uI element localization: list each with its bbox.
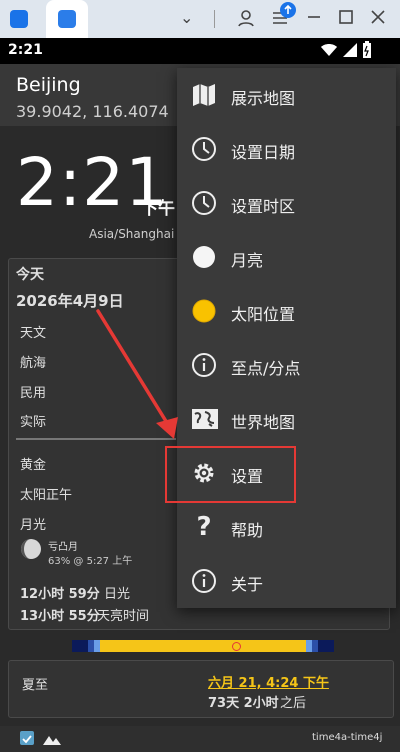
menu-item-about[interactable]: 关于 [177,554,396,608]
moon-icon [191,244,217,270]
menu-item-world-map[interactable]: 世界地图 [177,392,396,446]
clock-icon [191,136,217,162]
menu-label: 帮助 [231,521,264,540]
menu-item-moon[interactable]: 月亮 [177,230,396,284]
map-icon [191,82,217,108]
app-icon [58,10,76,28]
menu-item-sun-position[interactable]: 太阳位置 [177,284,396,338]
status-bar [0,38,400,64]
city-name: Beijing [16,74,81,96]
moon-phase-icon [20,538,42,564]
overflow-menu: 展示地图 设置日期 设置时区 月亮 太阳位置 至点/分点 世界地图 设置 ? 帮… [177,68,396,608]
day-label: 今天 [16,267,44,283]
menu-label: 太阳位置 [231,305,296,324]
timeline-now-marker [232,642,241,651]
bright-value: 13小时 55分 [20,609,100,624]
moon-phase-name: 亏凸月 [48,542,78,553]
close-icon[interactable] [369,8,387,30]
status-time: 2:21 [8,42,43,58]
update-badge-icon[interactable] [280,2,296,18]
menu-item-help[interactable]: ? 帮助 [177,500,396,554]
solar-noon-label: 太阳正午 [20,488,73,503]
daylight-label: 日光 [104,587,131,602]
moonlight-label: 月光 [20,518,47,533]
menu-label: 世界地图 [231,413,296,432]
menu-label: 展示地图 [231,89,296,108]
minimize-icon[interactable] [305,8,323,30]
help-icon: ? [196,512,212,542]
wifi-icon [320,42,338,62]
solstice-suffix: 之后 [280,696,307,711]
sun-icon [191,298,217,324]
menu-label: 设置日期 [231,143,296,162]
am-pm: 下午 [141,199,175,219]
timezone: Asia/Shanghai [89,227,175,241]
timeline-twilight-evening [312,640,318,652]
signal-icon [342,42,358,62]
info-icon [191,352,217,378]
menu-item-set-date[interactable]: 设置日期 [177,122,396,176]
separator [214,10,215,28]
menu-label: 至点/分点 [231,359,301,378]
solstice-label: 夏至 [22,678,49,693]
chevron-down-icon[interactable]: ⌄ [180,8,193,27]
menu-label: 月亮 [231,251,264,270]
menu-label: 关于 [231,575,264,594]
maximize-icon[interactable] [337,8,355,30]
bright-label: 天亮时间 [97,609,150,624]
battery-icon [362,41,372,63]
solstice-countdown: 73天 2小时 [208,696,279,711]
solstice-card [8,660,394,718]
app-tab-icon[interactable] [10,10,28,28]
golden-hour-label: 黄金 [20,458,47,473]
pointer-arrow [96,309,178,439]
solstice-date-link[interactable]: 六月 21, 4:24 下午 [208,672,329,691]
world-map-icon [191,406,218,432]
twilight-nautical: 航海 [20,356,47,371]
mountains-icon [42,731,62,750]
menu-item-set-timezone[interactable]: 设置时区 [177,176,396,230]
clock-icon [191,190,217,216]
checkbox-icon[interactable] [20,731,34,745]
app-tag: time4a-time4j [312,732,383,743]
user-icon[interactable] [236,8,256,32]
twilight-actual: 实际 [20,415,47,430]
menu-item-show-map[interactable]: 展示地图 [177,68,396,122]
menu-label: 设置时区 [231,197,296,216]
timeline-daylight [100,640,306,652]
twilight-astronomical: 天文 [20,326,47,341]
daylight-value: 12小时 59分 [20,587,100,602]
coordinates: 39.9042, 116.4074 [16,102,169,121]
twilight-civil: 民用 [20,386,47,401]
info-icon [191,568,217,594]
day-timeline [72,640,334,652]
settings-highlight-box [165,446,296,503]
menu-item-solstice-equinox[interactable]: 至点/分点 [177,338,396,392]
moon-phase-detail: 63% @ 5:27 上午 [48,556,133,567]
